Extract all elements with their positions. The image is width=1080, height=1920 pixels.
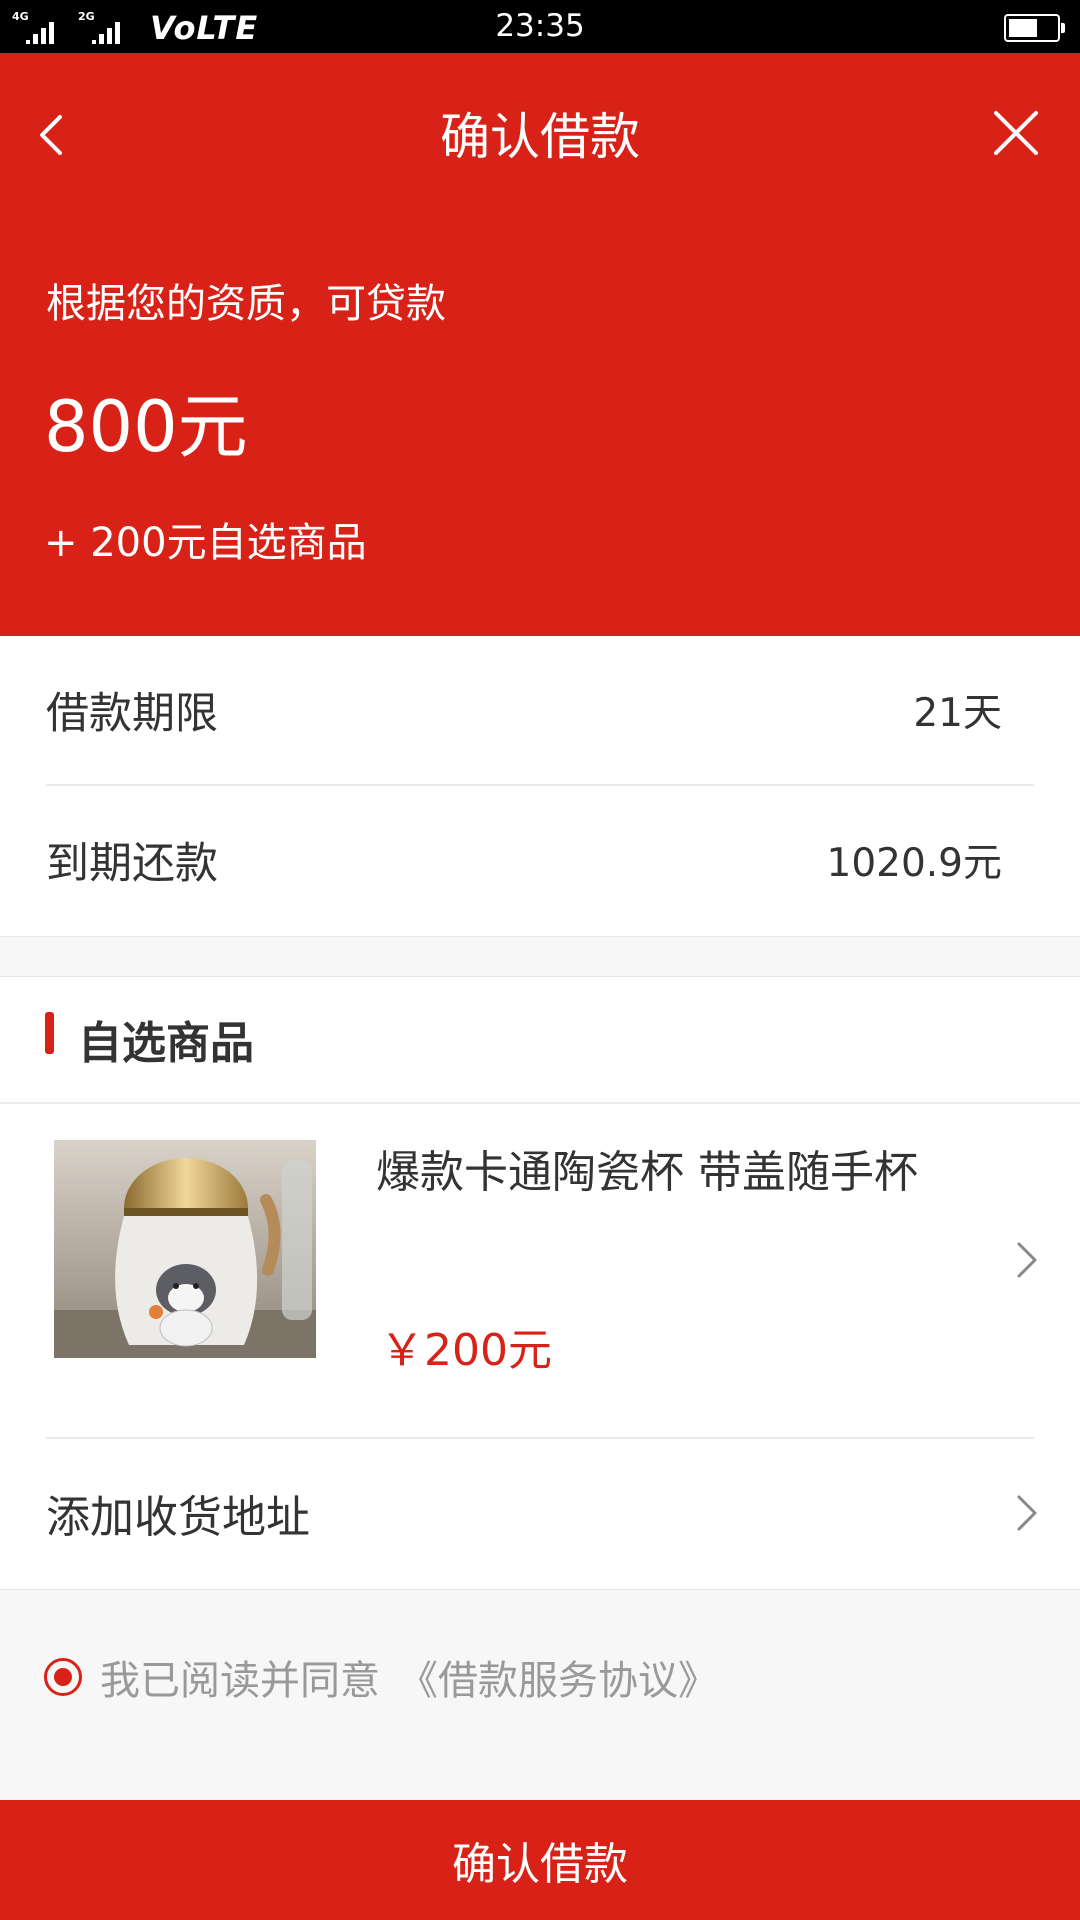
status-bar: 4G 2G VoLTE 23:35 xyxy=(0,0,1080,53)
due-repayment-value: 1020.9元 xyxy=(826,841,1002,886)
chevron-right-icon xyxy=(1017,1242,1037,1278)
close-icon xyxy=(994,111,1038,155)
loan-extra-goods: + 200元自选商品 xyxy=(44,520,367,566)
product-item[interactable]: 爆款卡通陶瓷杯 带盖随手杯 ￥200元 xyxy=(0,1104,1080,1414)
confirm-loan-button[interactable]: 确认借款 xyxy=(0,1800,1080,1920)
product-name: 爆款卡通陶瓷杯 带盖随手杯 xyxy=(376,1147,918,1198)
loan-term-value: 21天 xyxy=(913,691,1002,736)
loan-qualification-text: 根据您的资质，可贷款 xyxy=(46,281,446,327)
goods-section-title: 自选商品 xyxy=(78,1018,254,1069)
agreement-row: 我已阅读并同意 《借款服务协议》 xyxy=(44,1652,718,1704)
due-repayment-label: 到期还款 xyxy=(46,839,218,889)
loan-header: 确认借款 根据您的资质，可贷款 800元 + 200元自选商品 xyxy=(0,53,1080,636)
loan-term-row: 借款期限 21天 xyxy=(46,636,1034,786)
loan-info-section: 借款期限 21天 到期还款 1020.9元 xyxy=(0,636,1080,937)
product-image xyxy=(54,1140,316,1358)
product-price: ￥200元 xyxy=(380,1325,552,1376)
agreement-text: 我已阅读并同意 xyxy=(100,1658,380,1704)
agreement-radio[interactable] xyxy=(44,1658,82,1696)
selected-goods-section: 自选商品 爆款卡通陶瓷杯 带盖随手杯 ￥200元 添加收货地址 xyxy=(0,976,1080,1590)
add-address-row[interactable]: 添加收货地址 xyxy=(0,1439,1080,1587)
page-title: 确认借款 xyxy=(440,108,640,166)
section-accent-bar xyxy=(45,1012,54,1054)
loan-amount: 800元 xyxy=(44,386,248,468)
close-button[interactable] xyxy=(988,105,1044,161)
battery-icon xyxy=(1004,14,1065,42)
due-repayment-row: 到期还款 1020.9元 xyxy=(46,786,1034,934)
loan-term-label: 借款期限 xyxy=(46,689,218,739)
add-address-label: 添加收货地址 xyxy=(46,1492,310,1543)
chevron-right-icon xyxy=(1017,1495,1037,1531)
goods-section-header: 自选商品 xyxy=(0,977,1080,1104)
status-time: 23:35 xyxy=(495,8,585,44)
loan-service-agreement-link[interactable]: 《借款服务协议》 xyxy=(398,1648,718,1706)
